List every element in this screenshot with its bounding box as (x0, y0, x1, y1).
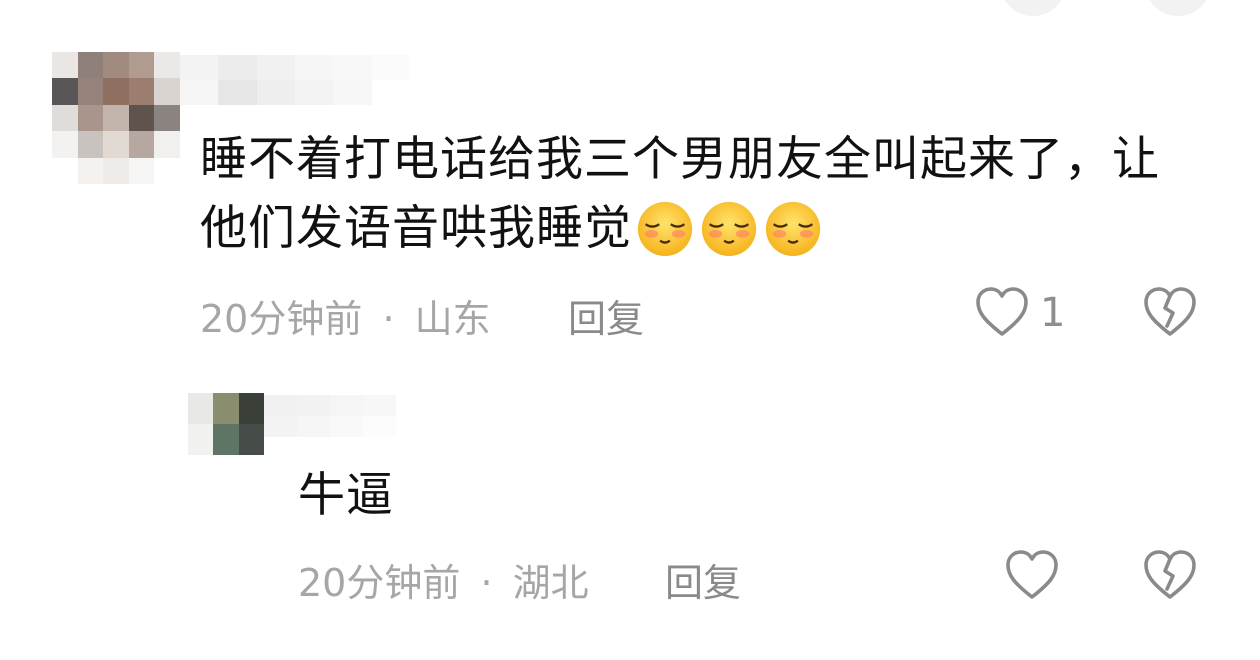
comment-time: 20分钟前 (200, 297, 363, 341)
meta-separator: · (382, 297, 395, 341)
heart-outline-icon[interactable] (974, 286, 1030, 338)
top-action-icon[interactable] (1000, 0, 1066, 16)
comment-time: 20分钟前 (298, 561, 461, 605)
meta-separator: · (480, 561, 493, 605)
avatar[interactable] (52, 52, 180, 184)
reply-button[interactable]: 回复 (568, 288, 644, 343)
comment-text-line2-content: 他们发语音哄我睡觉 (200, 201, 632, 256)
broken-heart-icon[interactable] (1142, 549, 1198, 601)
heart-outline-icon[interactable] (1004, 549, 1060, 601)
top-action-icon[interactable] (1145, 0, 1211, 16)
comment-text: 牛逼 (298, 468, 394, 523)
comment-location: 湖北 (512, 561, 589, 605)
broken-heart-icon[interactable] (1142, 286, 1198, 338)
username-obscured[interactable] (264, 395, 396, 437)
comment-location: 山东 (414, 297, 491, 341)
comment-text-line2: 他们发语音哄我睡觉 (200, 198, 824, 260)
comment-meta: 20分钟前 · 湖北 (298, 552, 589, 607)
avatar[interactable] (188, 393, 264, 455)
shy-face-emoji-icon (765, 201, 821, 257)
shy-face-emoji-icon (701, 201, 757, 257)
shy-face-emoji-icon (637, 201, 693, 257)
comment-meta: 20分钟前 · 山东 (200, 288, 491, 343)
comment-text: 睡不着打电话给我三个男朋友全叫起来了，让 (200, 132, 1160, 187)
reply-button[interactable]: 回复 (665, 552, 741, 607)
username-obscured[interactable] (180, 55, 410, 105)
like-count: 1 (1040, 290, 1066, 336)
